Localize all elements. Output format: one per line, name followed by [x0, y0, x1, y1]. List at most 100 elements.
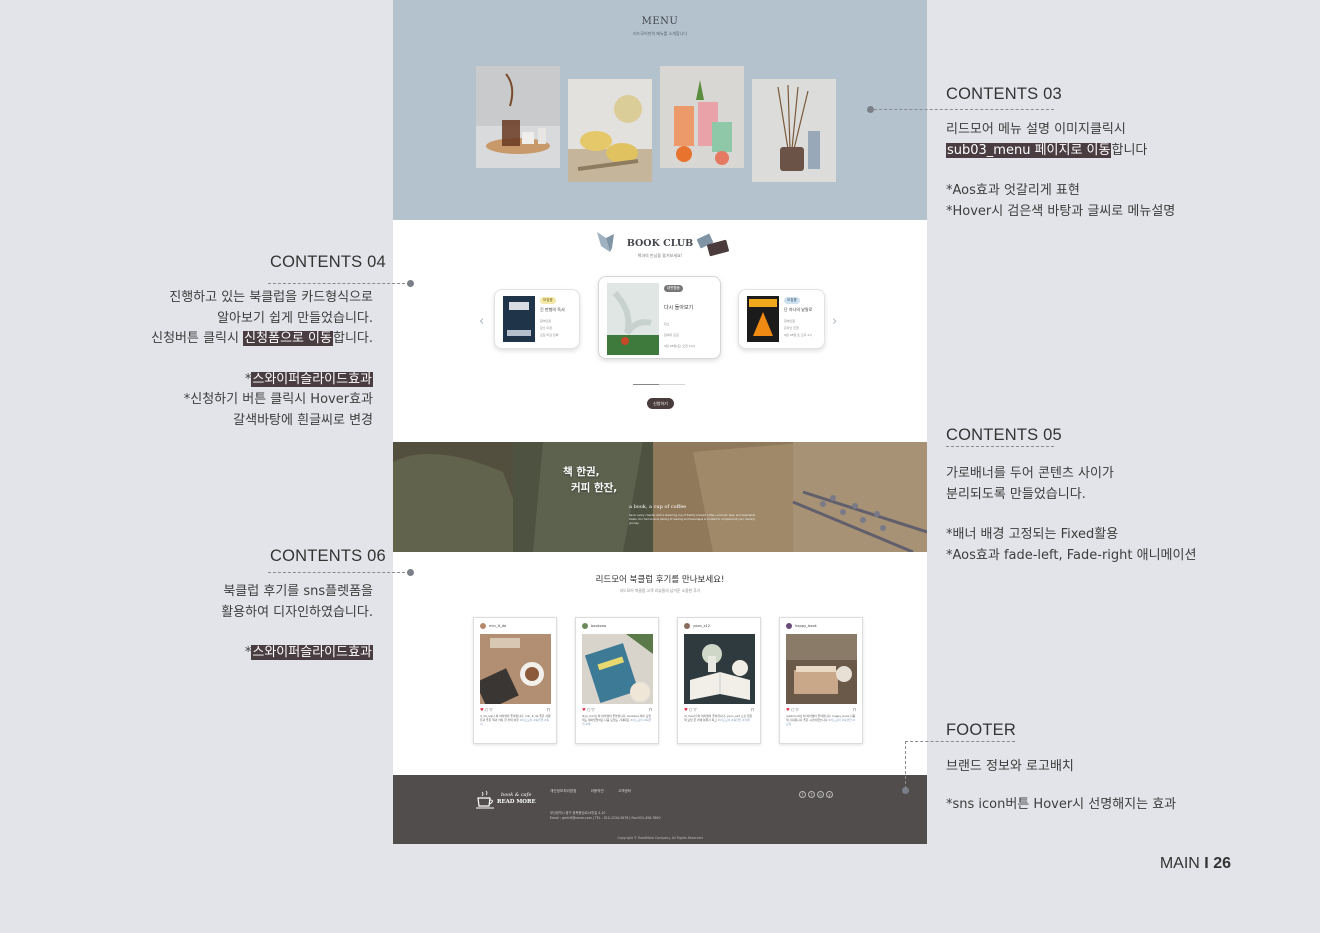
footer-link-privacy[interactable]: 개인정보처리방침	[550, 789, 576, 793]
card-title: 다시 돌아보기	[664, 305, 694, 311]
book-cover-image	[747, 296, 779, 342]
post-username: min_lt_da	[489, 624, 507, 628]
menu-image-tea[interactable]	[568, 79, 652, 182]
card-title: 단 하나의 낱말로	[784, 307, 813, 312]
post-action-icons[interactable]: ♥○▽	[786, 707, 800, 712]
card-meta: 참여자 모집	[664, 333, 679, 337]
annotation-line: *Aos효과 fade-left, Fade-right 애니메이션	[946, 547, 1197, 563]
annotation-line: 활용하여 디자인하였습니다.	[221, 604, 373, 620]
review-post[interactable]: yoon_s12 ♥○▽ ⊓ di_moo님 외 여러명이 좋아합니다. yoo…	[677, 617, 761, 744]
connector-dot	[407, 280, 414, 287]
annotation-text-contents-05: 가로배너를 두어 콘텐츠 사이가 분리되도록 만들었습니다. *배너 배경 고정…	[946, 464, 1196, 566]
post-action-icons[interactable]: ♥○▽	[480, 707, 494, 712]
card-meta: 장소 미정	[540, 326, 552, 330]
post-username: bookzoa	[591, 624, 607, 628]
bookclub-card[interactable]: 모집중 긴 판형의 독서 참여인원 장소 미정 모집 마감 임박	[494, 289, 580, 349]
highlight-text: 신청폼으로 이동	[243, 331, 333, 346]
status-badge: 모집중	[540, 297, 556, 304]
annotation-heading-contents-05: CONTENTS 05	[946, 426, 1062, 444]
annotation-line: 진행하고 있는 북클럽을 카드형식으로	[169, 290, 373, 305]
bookmark-icon[interactable]: ⊓	[649, 707, 652, 712]
annotation-heading-contents-04: CONTENTS 04	[270, 253, 386, 271]
annotation-line: sub03_menu 페이지로 이동합니다	[946, 141, 1175, 162]
menu-image-iced-coffee[interactable]	[476, 66, 560, 168]
annotation-line: *신청하기 버튼 클릭시 Hover효과	[183, 392, 373, 407]
post-caption: readmore님 외 여러명이 좋아합니다. happy_book 다음 책 …	[786, 714, 856, 727]
footer-logo-tagline: book & cafe	[501, 792, 532, 798]
annotation-line: 신청버튼 클릭시 신청폼으로 이동합니다.	[151, 329, 373, 350]
review-post[interactable]: min_lt_da ♥○▽ ⊓ d_da_lvg니 외 여러명이 좋아합니다. …	[473, 617, 557, 744]
post-caption: di_moo님 외 여러명이 좋아합니다. yoon_s12 오늘 읽은 책 모…	[684, 714, 753, 723]
menu-title: MENU	[641, 16, 679, 27]
banner-description: Savor every chapter with a steaming cup …	[629, 514, 756, 525]
annotation-text: 합니다.	[332, 331, 373, 346]
twitter-icon[interactable]: t	[808, 791, 815, 798]
page-number: MAIN I 26	[1160, 855, 1231, 873]
coffee-cup-logo-icon	[476, 790, 494, 809]
banner-headline-1: 책 한권,	[563, 466, 600, 478]
connector-line	[874, 109, 1054, 110]
post-action-icons[interactable]: ♥○▽	[582, 707, 596, 712]
card-meta: 온라인 진행	[784, 326, 799, 330]
book-cover-image	[503, 296, 535, 342]
review-post[interactable]: happy_book ♥○▽ ⊓ readmore님 외 여러명이 좋아합니다.…	[779, 617, 863, 744]
annotation-line: 분리되도록 만들었습니다.	[946, 486, 1086, 502]
post-caption: lliyo_min님 외 여러명이 좋아합니다. bookzoa 이번 모임 책…	[582, 714, 652, 727]
annotation-line: 북클럽 후기를 sns플렛폼을	[223, 584, 373, 599]
connector-dot	[867, 106, 874, 113]
instagram-icon[interactable]: o	[817, 791, 824, 798]
connector-dot	[407, 569, 414, 576]
bookmark-icon[interactable]: ⊓	[751, 707, 754, 712]
avatar	[786, 623, 792, 629]
annotation-line: 가로배너를 두어 콘텐츠 사이가	[946, 466, 1114, 481]
footer-link-terms[interactable]: 이용약관	[591, 789, 604, 793]
footer-link-support[interactable]: 고객센터	[618, 789, 631, 793]
bookclub-card-active[interactable]: 대면활동 다시 돌아보기 장소 참여자 모집 9월 28일(토) 오전 10시	[598, 276, 721, 359]
youtube-icon[interactable]: y	[826, 791, 833, 798]
bookmark-icon[interactable]: ⊓	[853, 707, 856, 712]
bookclub-card[interactable]: 모집중 단 하나의 낱말로 참여인원 온라인 진행 9월 28일 토 오후 2시	[738, 289, 825, 349]
annotation-line: *Hover시 검은색 바탕과 글씨로 메뉴설명	[946, 203, 1176, 219]
status-badge: 대면활동	[664, 285, 683, 292]
review-post[interactable]: bookzoa ♥○▽ ⊓ lliyo_min님 외 여러명이 좋아합니다. b…	[575, 617, 659, 744]
card-meta: 9월 28일 토 오후 2시	[784, 333, 813, 337]
card-title: 긴 판형의 독서	[540, 307, 565, 312]
post-photo	[684, 634, 755, 704]
bookclub-title: BOOK CLUB	[626, 238, 694, 249]
card-meta: 9월 28일(토) 오전 10시	[664, 344, 696, 348]
bookmark-icon[interactable]: ⊓	[547, 707, 550, 712]
facebook-icon[interactable]: f	[799, 791, 806, 798]
status-badge: 모집중	[784, 297, 800, 304]
apply-button[interactable]: 신청하기	[647, 398, 674, 409]
footer-logo[interactable]: READ MORE	[497, 799, 536, 805]
annotation-heading-footer: FOOTER	[946, 721, 1016, 739]
bookclub-section: BOOK CLUB 책과의 만남을 즐겨보세요! ‹ › 모집중 긴 판형의 독…	[393, 220, 927, 442]
highlight-text: 스와이퍼슬라이드효과	[251, 645, 373, 660]
highlight-text: 스와이퍼슬라이드효과	[251, 371, 373, 387]
annotation-text-contents-04: 진행하고 있는 북클럽을 카드형식으로 알아보기 쉽게 만들었습니다. 신청버튼…	[151, 288, 373, 431]
connector-line-vertical	[905, 741, 906, 789]
website-mockup: MENU 리드모어만의 메뉴를 소개합니다 BOOK CLUB 책과의 만남을 …	[393, 0, 927, 844]
annotation-line: 리드모어 메뉴 설명 이미지클릭시	[946, 122, 1126, 137]
page-number-value: 26	[1213, 855, 1231, 872]
menu-subtitle: 리드모어만의 메뉴를 소개합니다	[632, 31, 688, 36]
post-username: yoon_s12	[693, 624, 711, 628]
annotation-text: 신청버튼 클릭시	[151, 331, 244, 346]
avatar	[684, 623, 690, 629]
page-section-label: MAIN	[1159, 855, 1200, 872]
annotation-line: *배너 배경 고정되는 Fixed활용	[946, 527, 1119, 542]
avatar	[480, 623, 486, 629]
post-action-icons[interactable]: ♥○▽	[684, 707, 698, 712]
page-separator: I	[1204, 855, 1209, 872]
slider-pagination[interactable]	[633, 384, 685, 385]
chevron-left-icon[interactable]: ‹	[479, 315, 484, 328]
annotation-heading-contents-03: CONTENTS 03	[946, 85, 1062, 103]
menu-image-diffuser[interactable]	[752, 79, 836, 182]
annotation-line: 알아보기 쉽게 만들었습니다.	[217, 310, 373, 326]
post-caption: d_da_lvg니 외 여러명이 좋아합니다. min_lt_da 좋은 사람들…	[480, 714, 551, 727]
annotation-text-contents-06: 북클럽 후기를 sns플렛폼을 활용하여 디자인하였습니다. *스와이퍼슬라이드…	[221, 582, 373, 664]
chevron-right-icon[interactable]: ›	[832, 315, 837, 328]
menu-image-fruit-juice[interactable]	[660, 66, 744, 168]
connector-dot	[902, 787, 909, 794]
contact-line: Email : gmfcfi@naver.com | TEL : 010-123…	[550, 816, 661, 820]
